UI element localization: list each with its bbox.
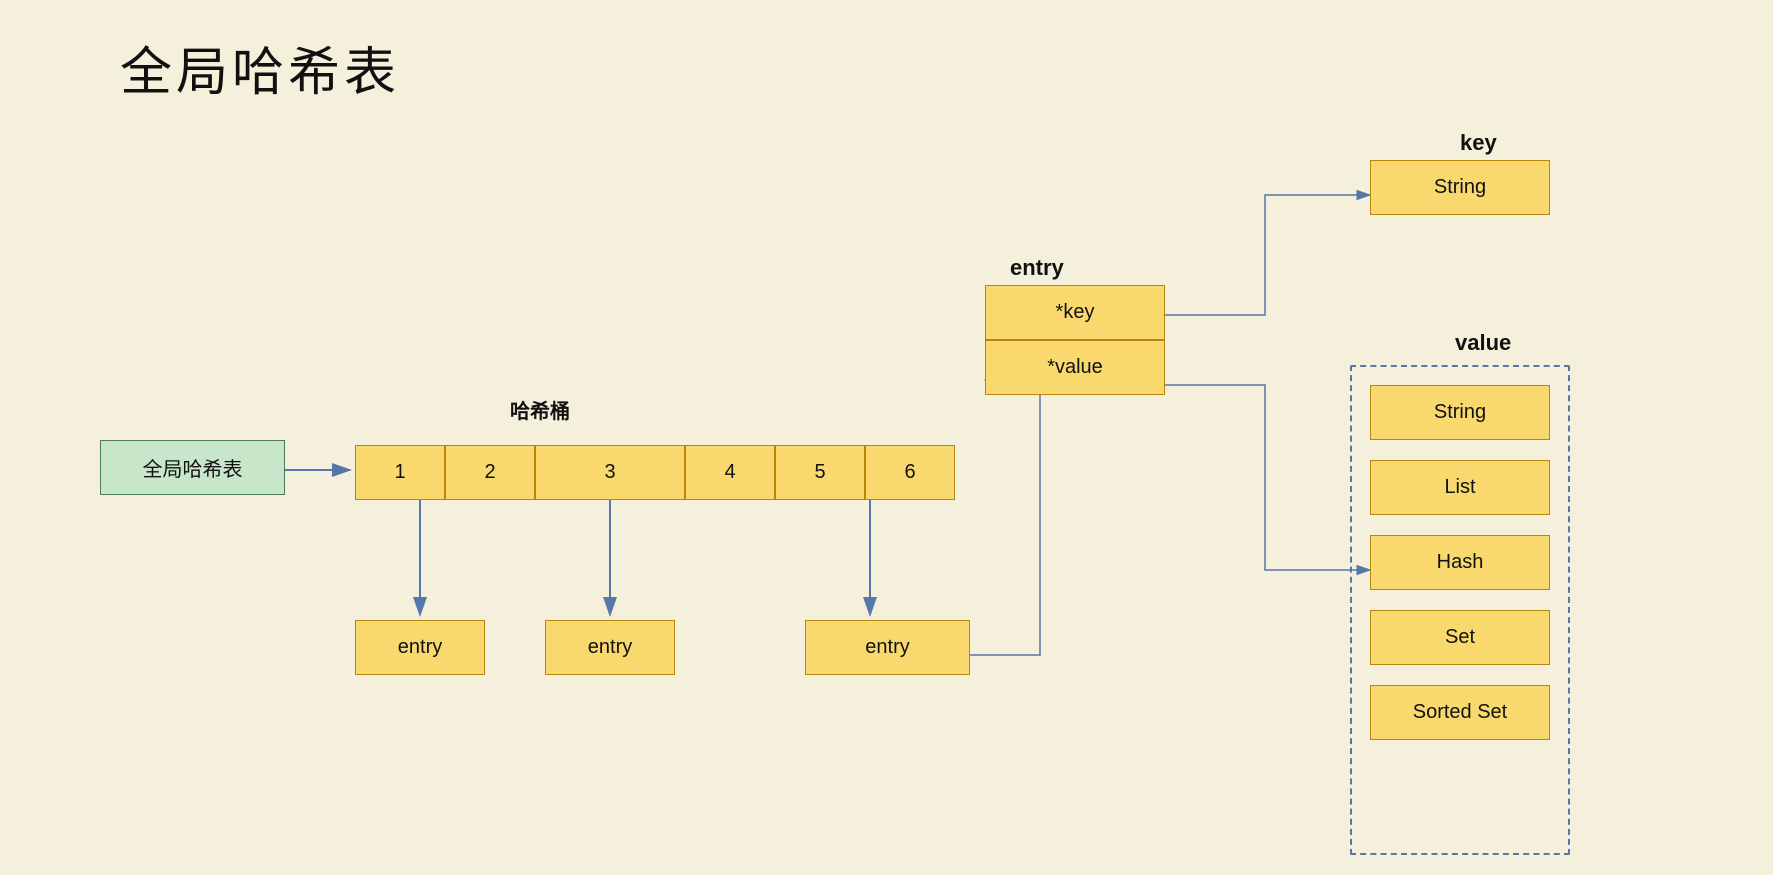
bucket-cell-5: 5 [775,445,865,500]
entry-box-2: entry [545,620,675,675]
diagram: 全局哈希表 全局哈希表 哈希桶 [0,0,1773,875]
entry-detail-label: entry [1010,255,1064,281]
bucket-cell-4: 4 [685,445,775,500]
value-hash-box: Hash [1370,535,1550,590]
entry-box-1: entry [355,620,485,675]
bucket-cell-2: 2 [445,445,535,500]
hash-bucket-label: 哈希桶 [510,395,570,424]
value-set-box: Set [1370,610,1550,665]
value-string-box: String [1370,385,1550,440]
entry-box-3: entry [805,620,970,675]
bucket-cell-1: 1 [355,445,445,500]
key-string-box: String [1370,160,1550,215]
value-list-box: List [1370,460,1550,515]
entry-value-field: *value [985,340,1165,395]
bucket-cell-6: 6 [865,445,955,500]
page-title: 全局哈希表 [0,0,1773,105]
value-sorted-set-box: Sorted Set [1370,685,1550,740]
bucket-cell-3: 3 [535,445,685,500]
key-label: key [1460,130,1497,156]
value-label: value [1455,330,1511,356]
global-hashtable-box: 全局哈希表 [100,440,285,495]
entry-key-field: *key [985,285,1165,340]
